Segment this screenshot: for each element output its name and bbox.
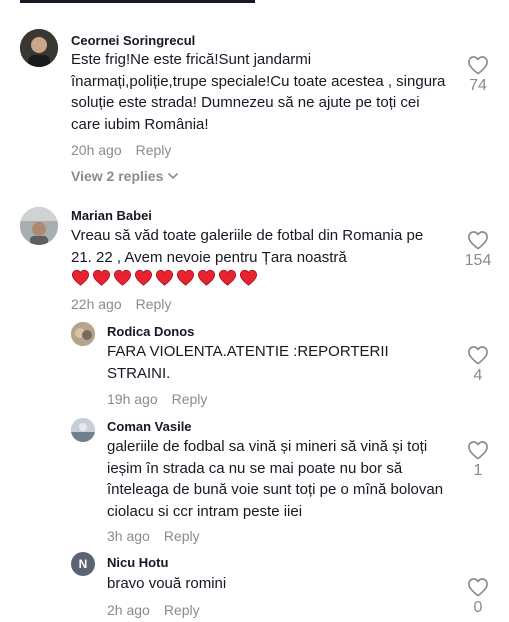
reply-button[interactable]: Reply	[172, 391, 208, 407]
like-button[interactable]: 0	[458, 577, 498, 617]
like-button[interactable]: 4	[458, 345, 498, 385]
red-heart-emoji-icon	[113, 269, 132, 286]
like-count: 1	[473, 462, 483, 479]
avatar[interactable]: N	[71, 552, 95, 576]
reply-text: bravo vouă romini	[107, 575, 227, 592]
red-heart-emoji-icon	[218, 269, 237, 286]
avatar[interactable]	[71, 418, 95, 442]
reply-username[interactable]: Coman Vasile	[107, 419, 192, 434]
reply-meta: 3h ago Reply	[107, 528, 200, 544]
like-count: 154	[464, 252, 492, 269]
heart-outline-icon	[468, 441, 488, 460]
red-heart-emoji-icon	[197, 269, 216, 286]
chevron-down-icon	[168, 172, 179, 180]
red-heart-emoji-icon	[155, 269, 174, 286]
reply-timestamp: 19h ago	[107, 391, 158, 407]
comment-meta: 20h ago Reply	[71, 142, 171, 158]
red-heart-emoji-icon	[134, 269, 153, 286]
red-heart-emoji-icon	[176, 269, 195, 286]
avatar[interactable]	[20, 207, 58, 245]
reply-timestamp: 3h ago	[107, 528, 150, 544]
heart-outline-icon	[468, 56, 488, 75]
comment-username[interactable]: Ceornei Soringrecul	[71, 33, 195, 48]
comment-meta: 22h ago Reply	[71, 296, 171, 312]
red-heart-emoji-icon	[71, 269, 90, 286]
heart-outline-icon	[468, 231, 488, 250]
reply-text: FARA VIOLENTA.ATENTIE :REPORTERII STRAIN…	[107, 343, 393, 382]
reply-meta: 2h ago Reply	[107, 602, 200, 618]
reply-button[interactable]: Reply	[164, 602, 200, 618]
comment-timestamp: 22h ago	[71, 296, 122, 312]
reply-username[interactable]: Rodica Donos	[107, 324, 194, 339]
view-replies-label: View 2 replies	[71, 168, 164, 184]
comment-timestamp: 20h ago	[71, 142, 122, 158]
reply-text: galeriile de fodbal sa vină și mineri să…	[107, 438, 448, 520]
like-count: 0	[473, 599, 483, 616]
reply-button[interactable]: Reply	[136, 142, 172, 158]
like-count: 74	[469, 77, 487, 94]
like-button[interactable]: 1	[458, 440, 498, 480]
reply-timestamp: 2h ago	[107, 602, 150, 618]
like-count: 4	[473, 367, 483, 384]
red-heart-emoji-icon	[92, 269, 111, 286]
avatar-initial: N	[78, 557, 88, 571]
active-tab-indicator	[20, 0, 255, 3]
red-heart-emoji-icon	[239, 269, 258, 286]
heart-outline-icon	[468, 578, 488, 597]
avatar[interactable]	[71, 322, 95, 346]
reply-button[interactable]: Reply	[136, 296, 172, 312]
avatar[interactable]	[20, 29, 58, 67]
reply-username[interactable]: Nicu Hotu	[107, 555, 168, 570]
heart-emoji-row	[71, 269, 258, 286]
heart-outline-icon	[468, 346, 488, 365]
comment-text: Este frig!Ne este frică!Sunt jandarmi în…	[71, 51, 450, 133]
reply-button[interactable]: Reply	[164, 528, 200, 544]
comment-username[interactable]: Marian Babei	[71, 208, 152, 223]
like-button[interactable]: 154	[458, 230, 498, 270]
comment-text: Vreau să văd toate galeriile de fotbal d…	[71, 227, 428, 266]
like-button[interactable]: 74	[458, 55, 498, 95]
reply-meta: 19h ago Reply	[107, 391, 207, 407]
view-replies-button[interactable]: View 2 replies	[71, 168, 179, 184]
